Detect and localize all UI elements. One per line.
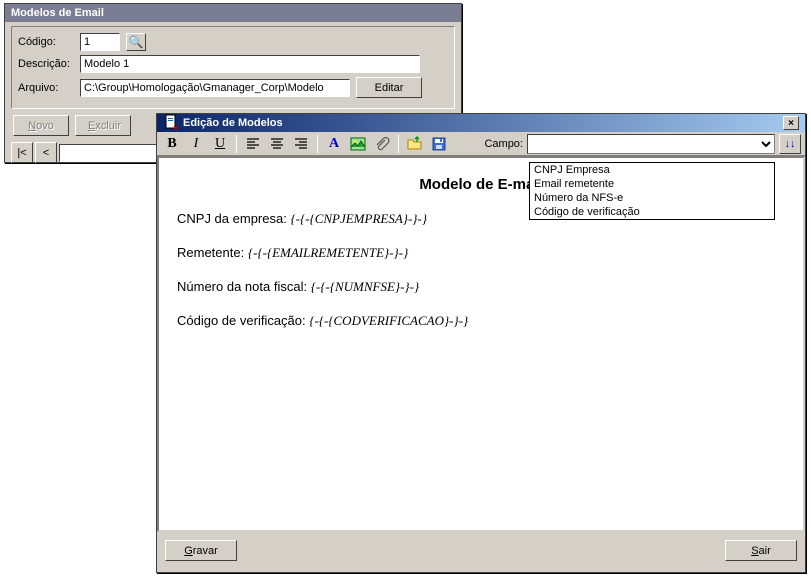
line2-label: Remetente: — [177, 245, 248, 260]
font-color-button[interactable]: A — [323, 134, 345, 154]
descricao-label: Descrição: — [18, 58, 74, 70]
paperclip-icon — [374, 136, 390, 152]
floppy-icon — [431, 136, 447, 152]
line2-token: {-{-{EMAILREMETENTE}-}-} — [248, 245, 408, 260]
attachment-button[interactable] — [371, 134, 393, 154]
binoculars-icon: 🔍 — [129, 35, 144, 49]
models-titlebar: Modelos de Email — [5, 4, 461, 22]
campo-select[interactable] — [527, 134, 775, 154]
codigo-label: Código: — [18, 36, 74, 48]
insert-field-button[interactable]: ↓↓ — [779, 134, 801, 154]
nav-prev-button[interactable]: < — [35, 142, 57, 163]
sair-button[interactable]: Sair — [725, 540, 797, 561]
bold-button[interactable]: B — [161, 134, 183, 154]
editor-window: Edição de Modelos × B I U A — [156, 113, 806, 573]
novo-button[interactable]: Novo — [13, 115, 69, 136]
descricao-input[interactable] — [80, 55, 420, 73]
align-right-button[interactable] — [290, 134, 312, 154]
editar-button[interactable]: Editar — [356, 77, 422, 98]
campo-dropdown-popup: CNPJ Empresa Email remetente Número da N… — [529, 162, 775, 220]
gravar-button[interactable]: Gravar — [165, 540, 237, 561]
folder-open-icon — [407, 136, 423, 152]
save-button[interactable] — [428, 134, 450, 154]
close-button[interactable]: × — [783, 116, 799, 130]
line3-token: {-{-{NUMNFSE}-}-} — [311, 279, 419, 294]
arquivo-input[interactable] — [80, 79, 350, 97]
editor-toolbar: B I U A — [157, 132, 805, 156]
image-icon — [350, 136, 366, 152]
codigo-input[interactable] — [80, 33, 120, 51]
insert-arrows-icon: ↓↓ — [785, 138, 796, 150]
search-button[interactable]: 🔍 — [126, 33, 146, 51]
open-button[interactable] — [404, 134, 426, 154]
line4-label: Código de verificação: — [177, 313, 309, 328]
align-center-button[interactable] — [266, 134, 288, 154]
editor-titlebar: Edição de Modelos × — [157, 114, 805, 132]
italic-button[interactable]: I — [185, 134, 207, 154]
campo-option[interactable]: Código de verificação — [530, 205, 774, 219]
close-icon: × — [788, 118, 794, 129]
underline-button[interactable]: U — [209, 134, 231, 154]
doc-icon — [163, 114, 179, 133]
align-center-icon — [269, 136, 285, 152]
campo-option[interactable]: CNPJ Empresa — [530, 163, 774, 177]
models-title: Modelos de Email — [11, 7, 104, 19]
campo-option[interactable]: Número da NFS-e — [530, 191, 774, 205]
align-right-icon — [293, 136, 309, 152]
campo-label: Campo: — [484, 138, 523, 150]
line1-token: {-{-{CNPJEMPRESA}-}-} — [290, 211, 427, 226]
campo-option[interactable]: Email remetente — [530, 177, 774, 191]
excluir-button[interactable]: Excluir — [75, 115, 131, 136]
editor-title: Edição de Modelos — [183, 117, 283, 129]
align-left-icon — [245, 136, 261, 152]
line3-label: Número da nota fiscal: — [177, 279, 311, 294]
arquivo-label: Arquivo: — [18, 82, 74, 94]
align-left-button[interactable] — [242, 134, 264, 154]
line4-token: {-{-{CODVERIFICACAO}-}-} — [309, 313, 468, 328]
nav-first-button[interactable]: |< — [11, 142, 33, 163]
line1-label: CNPJ da empresa: — [177, 211, 290, 226]
insert-image-button[interactable] — [347, 134, 369, 154]
